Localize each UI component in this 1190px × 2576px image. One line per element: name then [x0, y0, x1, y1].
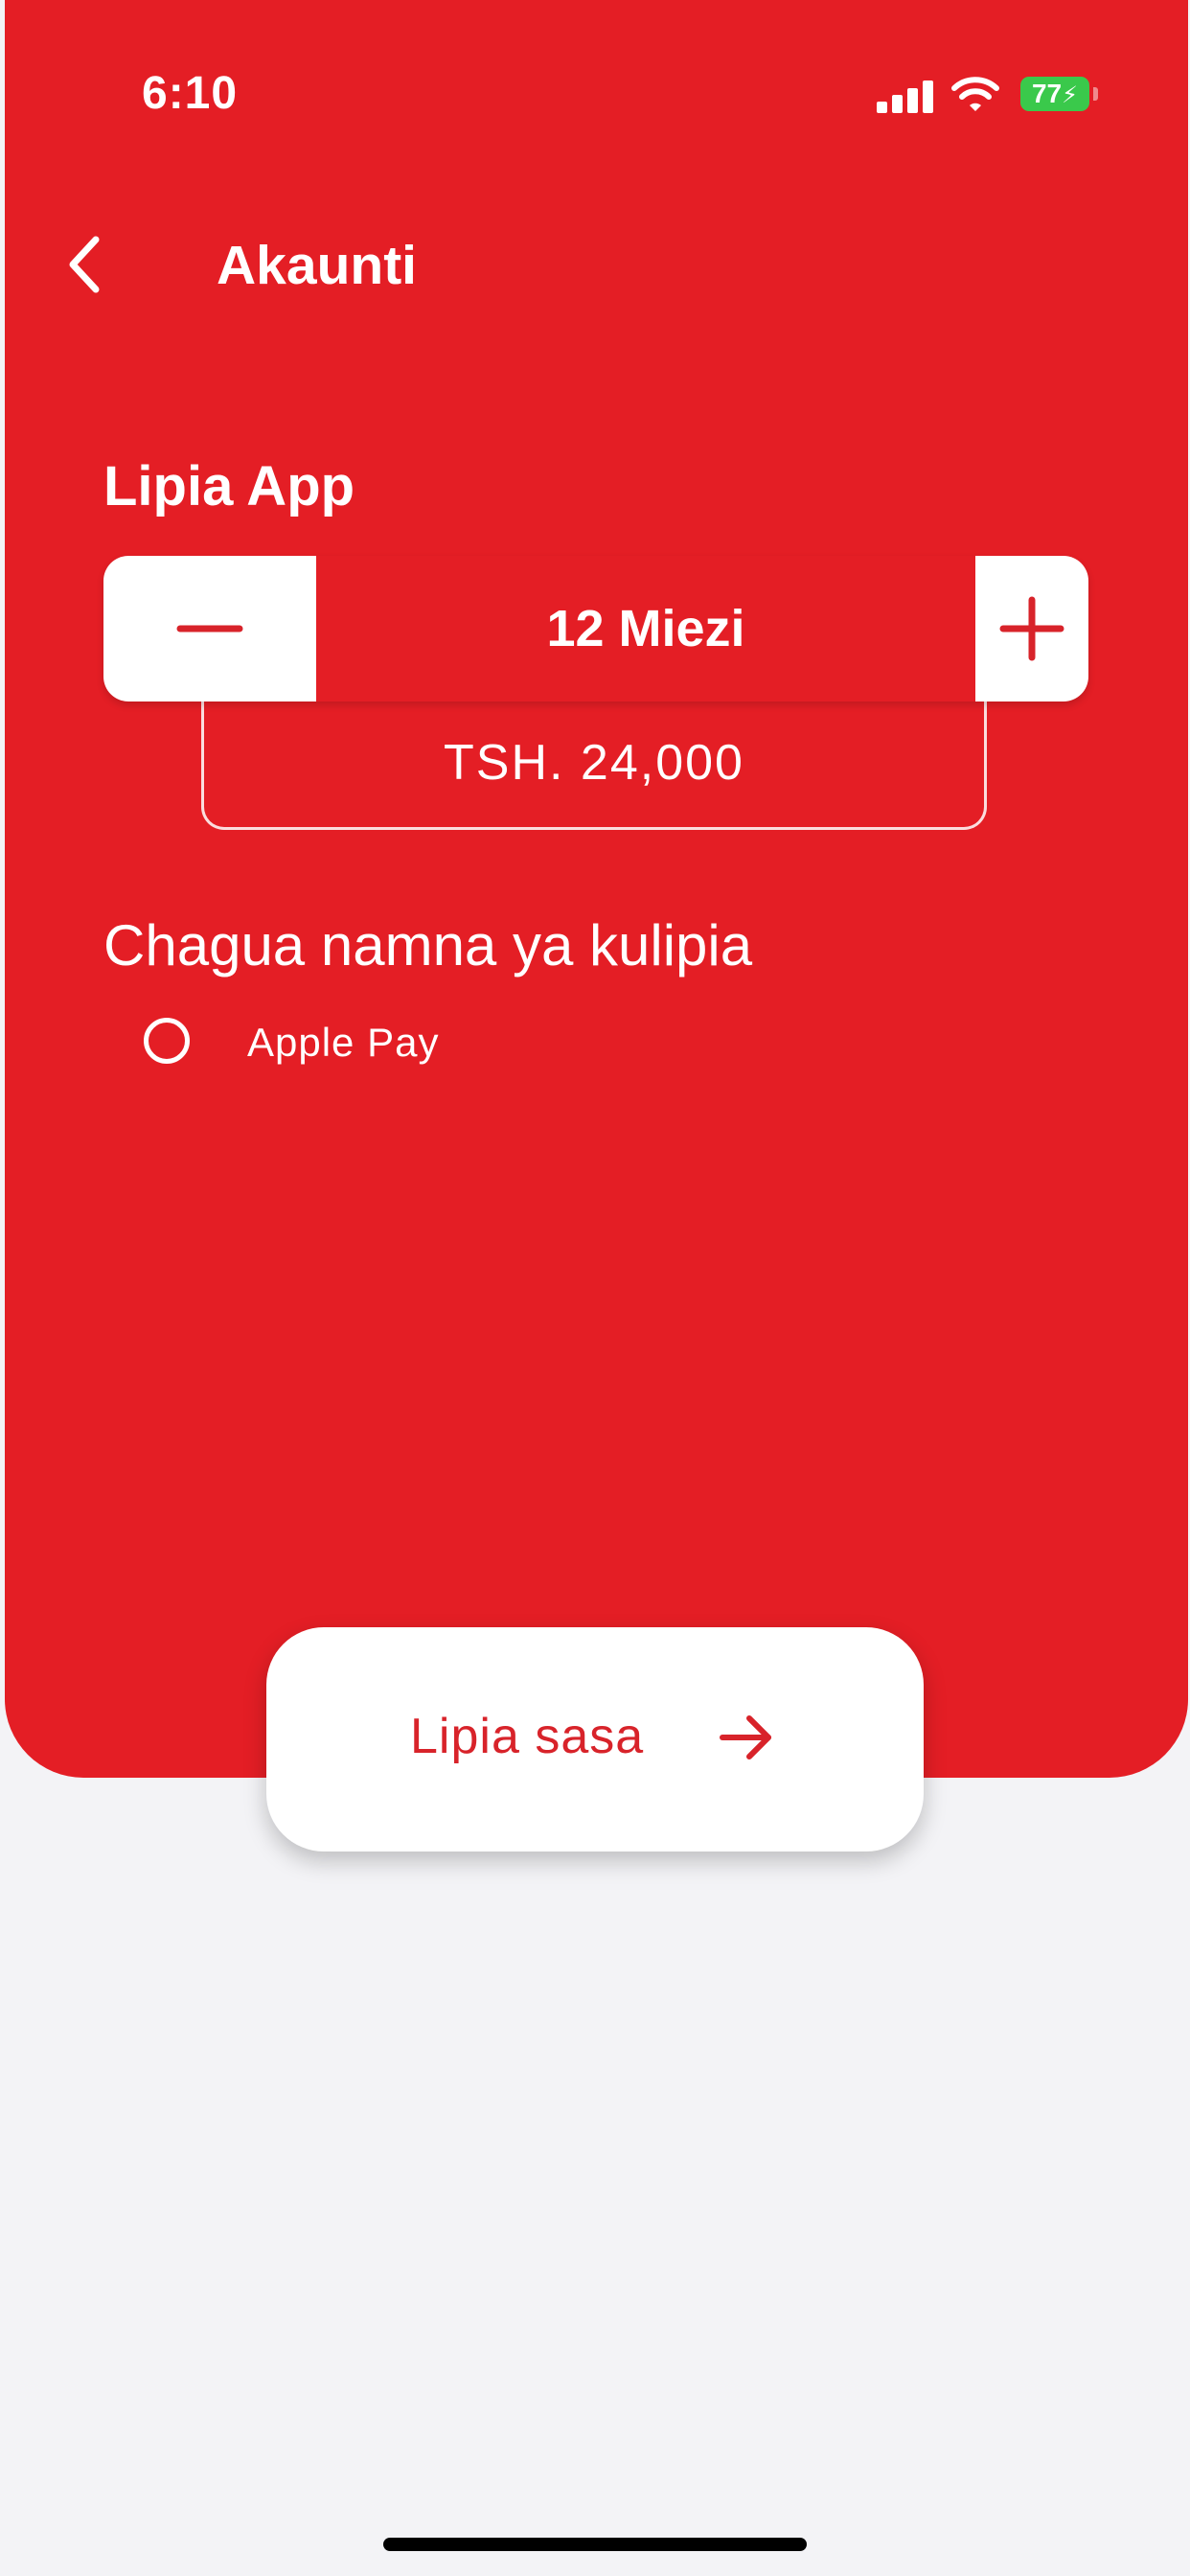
- payment-method-title: Chagua namna ya kulipia: [103, 913, 753, 978]
- price-box: TSH. 24,000: [201, 686, 987, 830]
- radio-button[interactable]: [144, 1018, 190, 1064]
- status-time: 6:10: [142, 68, 239, 119]
- page-title: Akaunti: [217, 235, 418, 296]
- payment-option-label: Apple Pay: [247, 1020, 440, 1065]
- battery-level: 77: [1031, 79, 1063, 108]
- payment-option-apple-pay[interactable]: Apple Pay: [144, 1014, 623, 1075]
- subscription-title: Lipia App: [103, 455, 355, 518]
- battery-nub: [1093, 87, 1098, 101]
- arrow-right-icon: [720, 1715, 771, 1760]
- pay-now-label: Lipia sasa: [410, 1709, 645, 1764]
- plus-icon[interactable]: [975, 556, 1088, 702]
- status-icons: 77⚡: [877, 71, 1107, 119]
- header-panel: [5, 0, 1188, 1778]
- battery-charging-icon: 77⚡: [1020, 77, 1089, 111]
- price-amount: TSH. 24,000: [444, 735, 744, 791]
- duration-stepper: 12 Miezi: [103, 556, 1088, 702]
- home-indicator: [383, 2538, 807, 2551]
- minus-icon[interactable]: [103, 556, 316, 702]
- signal-icon: [877, 80, 934, 113]
- duration-value: 12 Miezi: [316, 556, 975, 702]
- wifi-icon: [951, 77, 999, 111]
- pay-now-button[interactable]: Lipia sasa: [266, 1627, 924, 1852]
- chevron-left-icon[interactable]: [57, 226, 115, 303]
